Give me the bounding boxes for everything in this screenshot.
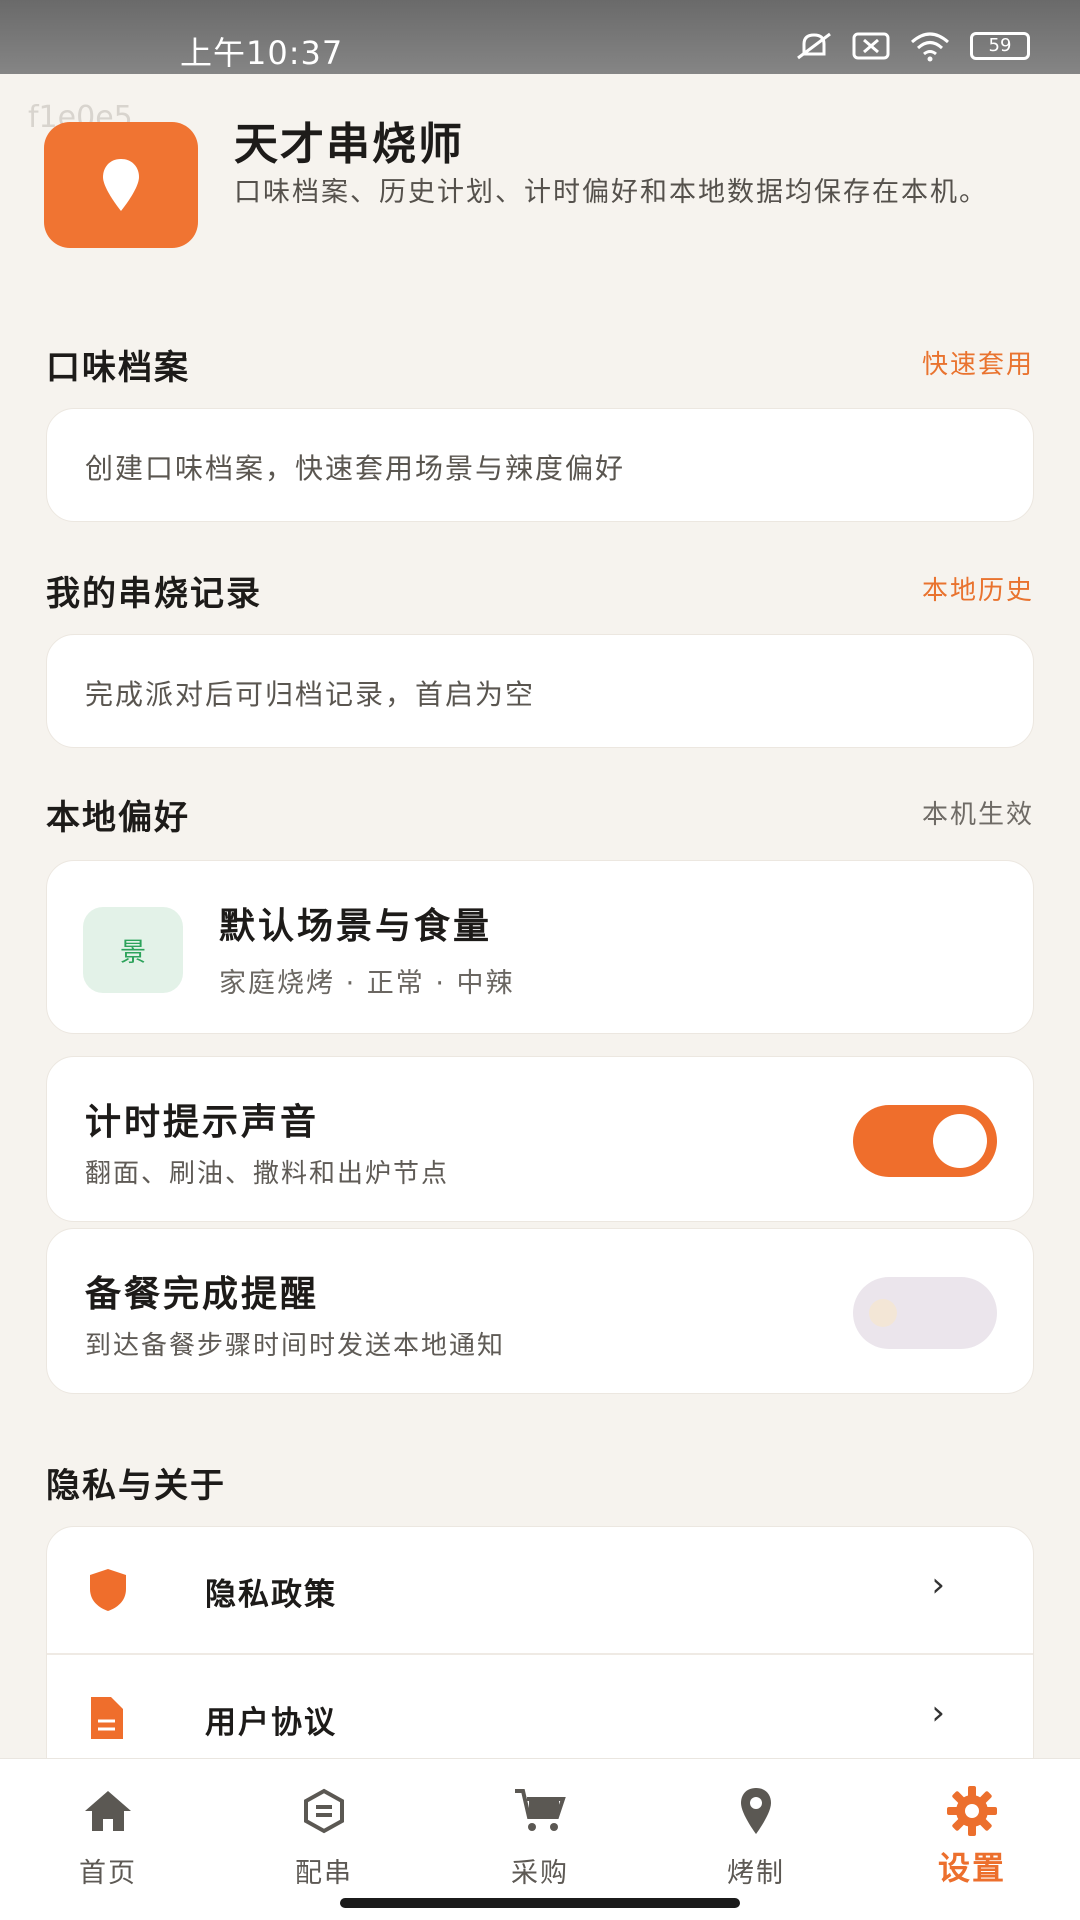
- taste-profile-card[interactable]: 创建口味档案，快速套用场景与辣度偏好: [46, 408, 1034, 522]
- skewer-icon: [304, 1788, 344, 1834]
- privacy-header: 隐私与关于: [46, 1458, 1034, 1508]
- default-scene-title: 默认场景与食量: [219, 906, 493, 947]
- home-icon: [85, 1791, 131, 1831]
- section-title: 口味档案: [46, 348, 190, 388]
- taste-profile-header: 口味档案 快速套用: [46, 340, 1034, 390]
- records-card[interactable]: 完成派对后可归档记录，首启为空: [46, 634, 1034, 748]
- quick-apply-link[interactable]: 快速套用: [922, 344, 1034, 381]
- records-header: 我的串烧记录 本地历史: [46, 566, 1034, 616]
- tab-shopping[interactable]: 采购: [460, 1783, 620, 1893]
- prep-reminder-card: 备餐完成提醒 到达备餐步骤时间时发送本地通知: [46, 1228, 1034, 1394]
- timer-sound-card: 计时提示声音 翻面、刷油、撒料和出炉节点: [46, 1056, 1034, 1222]
- local-prefs-header: 本地偏好 本机生效: [46, 790, 1034, 840]
- tab-label: 配串: [295, 1858, 353, 1889]
- app-header: 天才串烧师 口味档案、历史计划、计时偏好和本地数据均保存在本机。: [44, 119, 1044, 282]
- mute-bell-icon: [797, 32, 831, 60]
- prep-reminder-title: 备餐完成提醒: [85, 1274, 320, 1315]
- toggle-knob: [933, 1114, 987, 1168]
- local-history-link[interactable]: 本地历史: [922, 570, 1034, 607]
- status-time: 上午10:37: [180, 34, 344, 72]
- tab-label: 烤制: [727, 1858, 785, 1889]
- battery-icon: 59: [970, 32, 1030, 60]
- card-text: 完成派对后可归档记录，首启为空: [85, 678, 536, 711]
- status-bar: 上午10:37 59: [0, 0, 1080, 74]
- chevron-right-icon: ›: [931, 1693, 945, 1733]
- scene-icon-text: 景: [119, 937, 146, 968]
- default-scene-card[interactable]: 景 默认场景与食量 家庭烧烤 · 正常 · 中辣: [46, 860, 1034, 1034]
- privacy-policy-row[interactable]: 隐私政策 ›: [47, 1527, 1033, 1653]
- tab-label: 首页: [79, 1858, 137, 1889]
- home-indicator: [340, 1898, 740, 1908]
- app-name: 天才串烧师: [234, 119, 464, 170]
- app-description: 口味档案、历史计划、计时偏好和本地数据均保存在本机。: [234, 177, 988, 208]
- privacy-policy-label: 隐私政策: [205, 1577, 337, 1613]
- battery-level: 59: [988, 35, 1012, 56]
- timer-sound-toggle[interactable]: [853, 1105, 997, 1177]
- chevron-right-icon: ›: [931, 1565, 945, 1605]
- tab-skewer[interactable]: 配串: [244, 1783, 404, 1893]
- device-effect-label: 本机生效: [921, 800, 1034, 830]
- location-pin-icon: [741, 1788, 771, 1834]
- shield-icon: [90, 1569, 126, 1611]
- section-title: 本地偏好: [46, 798, 190, 838]
- location-pin-icon: [103, 159, 139, 211]
- default-scene-subtitle: 家庭烧烤 · 正常 · 中辣: [219, 968, 515, 999]
- tab-label: 设置: [937, 1849, 1006, 1887]
- section-title: 隐私与关于: [46, 1466, 226, 1506]
- wifi-icon: [911, 32, 949, 62]
- document-icon: [91, 1697, 123, 1739]
- app-logo: [44, 122, 198, 248]
- tab-label: 采购: [511, 1858, 569, 1889]
- gear-icon: [947, 1786, 997, 1836]
- toggle-knob: [869, 1299, 897, 1327]
- sim-off-icon: [852, 32, 890, 60]
- status-icons: 59: [794, 30, 1030, 62]
- timer-sound-title: 计时提示声音: [85, 1102, 320, 1143]
- prep-reminder-toggle[interactable]: [853, 1277, 997, 1349]
- privacy-card: 隐私政策 › 用户协议 ›: [46, 1526, 1034, 1788]
- timer-sound-subtitle: 翻面、刷油、撒料和出炉节点: [85, 1159, 450, 1189]
- tab-grill[interactable]: 烤制: [676, 1783, 836, 1893]
- tab-home[interactable]: 首页: [28, 1783, 188, 1893]
- cart-icon: [515, 1789, 566, 1831]
- tab-settings[interactable]: 设置: [892, 1783, 1052, 1893]
- section-title: 我的串烧记录: [46, 574, 262, 614]
- user-agreement-label: 用户协议: [205, 1705, 337, 1741]
- tab-bar: 首页 配串 采购 烤制 设置: [0, 1758, 1080, 1920]
- card-text: 创建口味档案，快速套用场景与辣度偏好: [85, 452, 626, 485]
- scene-icon: 景: [83, 907, 183, 993]
- prep-reminder-subtitle: 到达备餐步骤时间时发送本地通知: [85, 1331, 506, 1361]
